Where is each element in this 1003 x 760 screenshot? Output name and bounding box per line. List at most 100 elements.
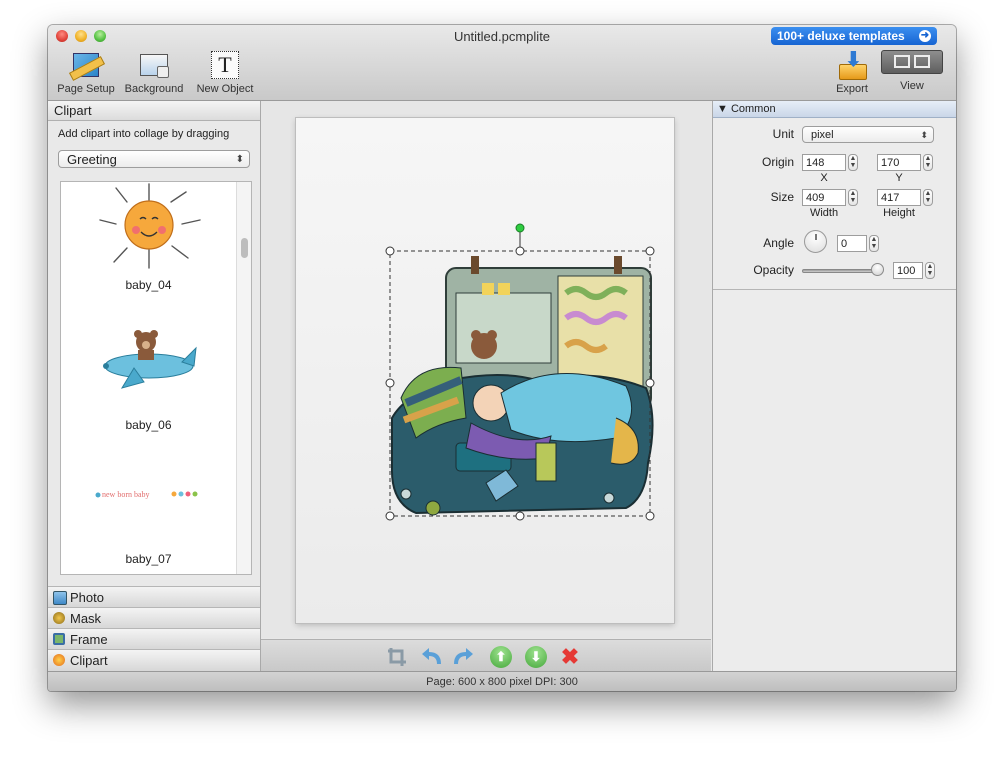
redo-icon[interactable] — [453, 646, 475, 668]
clipart-panel: Clipart Add clipart into collage by drag… — [48, 101, 261, 671]
height-field[interactable]: 417 — [877, 189, 921, 206]
y-label: Y — [895, 172, 903, 184]
clipart-item-baby-07[interactable]: new born baby baby_07 — [61, 462, 236, 574]
origin-y-field[interactable]: 170 — [877, 154, 921, 171]
resize-handle-bottom[interactable] — [515, 511, 525, 521]
deluxe-templates-label: 100+ deluxe templates — [777, 29, 905, 43]
origin-x-field[interactable]: 148 — [802, 154, 846, 171]
new-object-label: New Object — [196, 83, 254, 95]
move-down-icon[interactable]: ⬇ — [525, 646, 547, 668]
clipart-sun-icon — [53, 654, 65, 666]
unit-select[interactable]: pixel ⬍ — [802, 126, 934, 143]
opacity-slider-track[interactable] — [802, 269, 882, 273]
background-label: Background — [124, 83, 184, 95]
app-window: Untitled.pcmplite 100+ deluxe templates … — [48, 25, 956, 691]
section-photo-label: Photo — [70, 590, 104, 605]
opacity-field[interactable]: 100 — [893, 262, 923, 279]
clipart-list[interactable]: baby_04 baby_06 new born baby baby_07 — [60, 181, 252, 575]
inspector-section-title: Common — [730, 103, 776, 115]
delete-icon[interactable]: ✖ — [559, 646, 581, 668]
move-up-icon[interactable]: ⬆ — [490, 646, 512, 668]
undo-icon[interactable] — [420, 646, 442, 668]
clipart-item-baby-04[interactable]: baby_04 — [61, 182, 236, 312]
clipart-category-select[interactable]: Greeting ⬍ — [58, 150, 250, 168]
suitcase-illustration — [390, 256, 654, 516]
deluxe-templates-button[interactable]: 100+ deluxe templates ➜ — [771, 27, 937, 45]
view-toggle-icon — [881, 50, 943, 74]
export-button[interactable]: ⬇ Export — [824, 50, 880, 95]
airplane-bear-clipart-icon — [102, 330, 197, 389]
inspector-header[interactable]: ▼ Common — [713, 101, 956, 118]
sun-clipart-icon — [98, 183, 201, 269]
section-mask[interactable]: Mask — [48, 607, 260, 628]
crop-icon[interactable] — [386, 646, 408, 668]
resize-handle-top-left[interactable] — [385, 246, 395, 256]
clipart-scrollbar[interactable] — [236, 182, 251, 574]
collage-page[interactable] — [296, 118, 674, 623]
clipart-name-baby-06: baby_06 — [125, 418, 172, 432]
text-object-icon: T — [210, 50, 240, 80]
status-bar: Page: 600 x 800 pixel DPI: 300 — [48, 671, 956, 691]
selected-clipart-object[interactable] — [296, 118, 674, 623]
origin-label: Origin — [761, 155, 794, 169]
width-field[interactable]: 409 — [802, 189, 846, 206]
clipart-name-baby-04: baby_04 — [125, 278, 172, 292]
rotate-handle[interactable] — [515, 223, 525, 233]
origin-x-stepper[interactable]: ▲ ▼ — [848, 154, 858, 171]
canvas-area[interactable] — [261, 101, 711, 638]
clipart-hint: Add clipart into collage by dragging — [58, 128, 230, 140]
page-setup-button[interactable]: Page Setup — [56, 50, 116, 95]
resize-handle-top[interactable] — [515, 246, 525, 256]
select-arrows-icon: ⬍ — [920, 130, 928, 140]
clipart-item-baby-06[interactable]: baby_06 — [61, 322, 236, 452]
view-button[interactable]: View — [880, 50, 944, 92]
opacity-stepper[interactable]: ▲ ▼ — [925, 262, 935, 279]
resize-handle-bottom-left[interactable] — [385, 511, 395, 521]
object-toolbar: ⬆ ⬇ ✖ — [261, 639, 711, 672]
photo-icon — [53, 591, 67, 605]
clipart-category-value: Greeting — [67, 152, 117, 167]
mask-icon — [53, 612, 65, 624]
angle-label: Angle — [763, 236, 794, 250]
background-button[interactable]: Background — [123, 50, 185, 95]
angle-field[interactable]: 0 — [837, 235, 867, 252]
text-banner-clipart-icon: new born baby — [95, 490, 197, 499]
disclosure-triangle-icon: ▼ — [717, 103, 731, 115]
section-frame-label: Frame — [70, 632, 108, 647]
svg-text:new born baby: new born baby — [102, 490, 150, 499]
resize-handle-right[interactable] — [645, 378, 655, 388]
select-arrows-icon: ⬍ — [235, 154, 244, 165]
resize-handle-bottom-right[interactable] — [645, 511, 655, 521]
clipart-panel-title: Clipart — [48, 101, 260, 121]
opacity-slider-knob[interactable] — [871, 263, 884, 276]
x-label: X — [820, 172, 828, 184]
section-photo[interactable]: Photo — [48, 586, 260, 607]
height-label: Height — [883, 207, 915, 219]
frame-icon — [53, 633, 65, 645]
section-clipart[interactable]: Clipart — [48, 649, 260, 671]
arrow-right-icon: ➜ — [919, 30, 931, 42]
inspector-panel: ▼ Common Unit pixel ⬍ Origin 148 ▲ ▼ X 17… — [712, 101, 956, 671]
background-icon — [139, 50, 169, 80]
view-label: View — [900, 80, 924, 92]
common-properties: Unit pixel ⬍ Origin 148 ▲ ▼ X 170 ▲ ▼ Y Si… — [713, 118, 956, 290]
resize-handle-top-right[interactable] — [645, 246, 655, 256]
unit-label: Unit — [772, 127, 794, 141]
opacity-label: Opacity — [753, 263, 794, 277]
unit-value: pixel — [811, 129, 834, 141]
export-icon: ⬇ — [837, 50, 867, 80]
width-stepper[interactable]: ▲ ▼ — [848, 189, 858, 206]
new-object-button[interactable]: T New Object — [194, 50, 256, 95]
page-setup-label: Page Setup — [57, 83, 115, 95]
origin-y-stepper[interactable]: ▲ ▼ — [923, 154, 933, 171]
angle-dial[interactable] — [804, 230, 827, 253]
clipart-name-baby-07: baby_07 — [125, 552, 172, 566]
titlebar: Untitled.pcmplite 100+ deluxe templates … — [48, 25, 956, 101]
height-stepper[interactable]: ▲ ▼ — [923, 189, 933, 206]
section-clipart-label: Clipart — [70, 653, 108, 668]
angle-stepper[interactable]: ▲ ▼ — [869, 235, 879, 252]
section-frame[interactable]: Frame — [48, 628, 260, 649]
clipart-scroll-thumb[interactable] — [241, 238, 248, 258]
resize-handle-left[interactable] — [385, 378, 395, 388]
width-label: Width — [809, 207, 839, 219]
